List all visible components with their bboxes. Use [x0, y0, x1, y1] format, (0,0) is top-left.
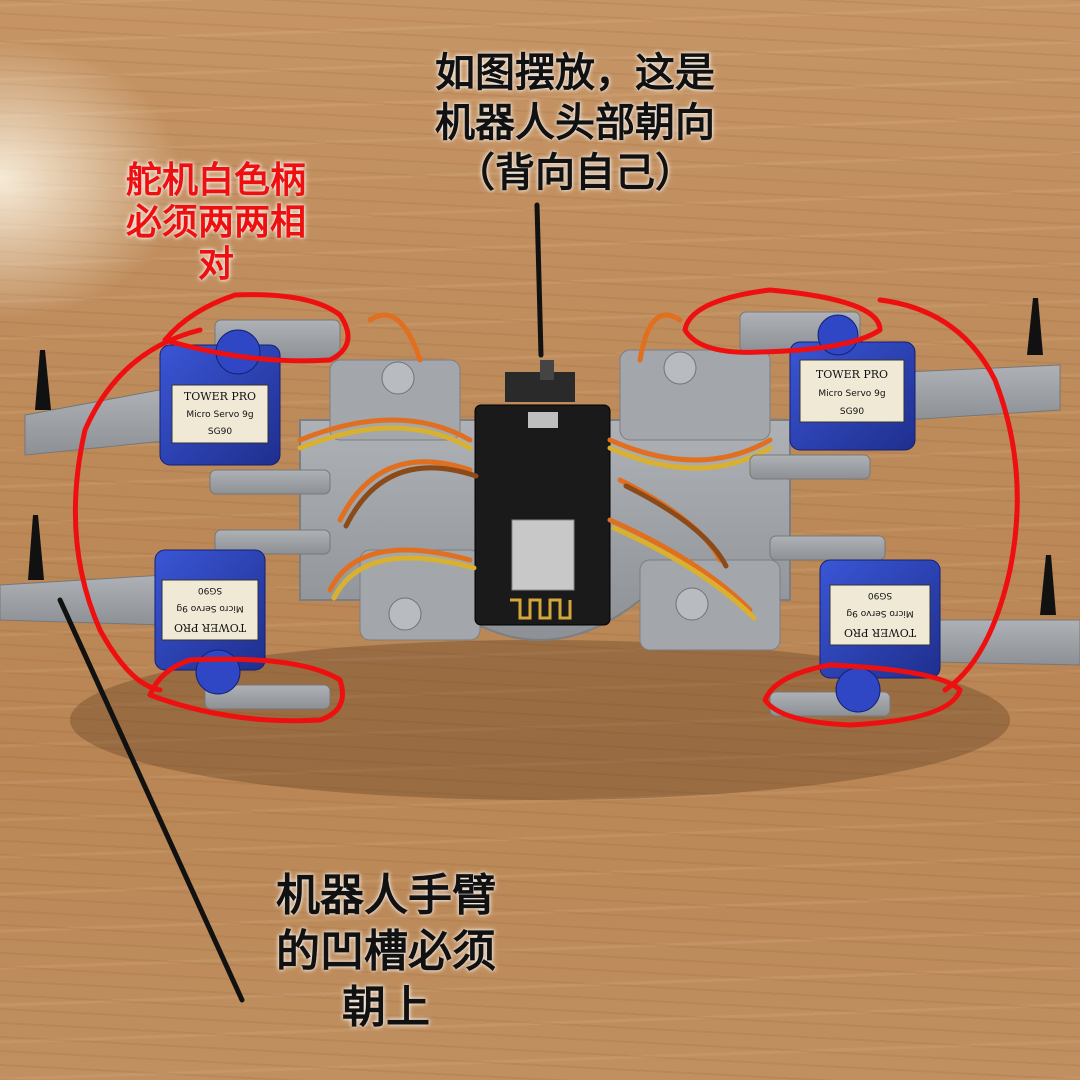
servo-model-text: Micro Servo 9g	[176, 603, 243, 613]
servo-horn-annotation: 舵机白色柄 必须两两相 对	[125, 160, 306, 285]
servo-model-text: Micro Servo 9g	[818, 389, 885, 399]
marker-tick-rear-left	[28, 515, 44, 580]
photo-scene: TOWER PRO Micro Servo 9g SG90 TOWER PRO …	[0, 0, 1080, 1080]
servo-front-left: TOWER PRO Micro Servo 9g SG90	[159, 329, 281, 466]
servo-part-text: SG90	[840, 407, 864, 417]
marker-tick-rear-right	[1040, 555, 1056, 615]
servo-model-text: Micro Servo 9g	[186, 410, 253, 420]
servo-brand-text: TOWER PRO	[174, 621, 246, 634]
servo-brand-text: TOWER PRO	[816, 368, 888, 381]
marker-tick-front-right	[1027, 298, 1043, 355]
servo-part-text: SG90	[868, 590, 892, 600]
marker-tick-front-left	[35, 350, 51, 410]
controller-board	[474, 360, 611, 626]
servo-brand-text: TOWER PRO	[184, 390, 256, 403]
servo-part-text: SG90	[208, 427, 232, 437]
head-arrow-line	[534, 202, 544, 358]
servo-model-text: Micro Servo 9g	[846, 608, 913, 618]
servo-brand-text: TOWER PRO	[844, 626, 916, 639]
arm-groove-annotation: 机器人手臂 的凹槽必须 朝上	[276, 870, 496, 1033]
head-direction-annotation: 如图摆放，这是 机器人头部朝向 （背向自己）	[435, 50, 715, 196]
servo-part-text: SG90	[198, 585, 222, 595]
